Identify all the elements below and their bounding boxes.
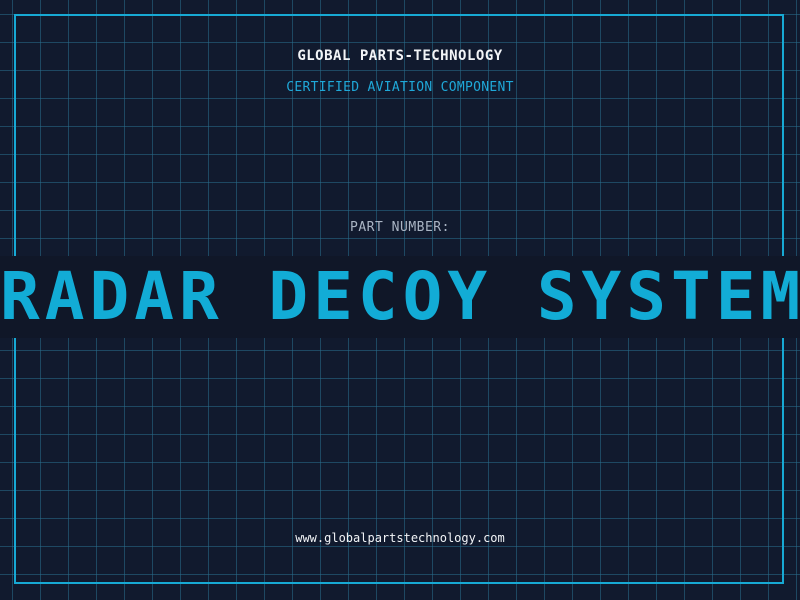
- part-name-band: RADAR DECOY SYSTEM: [0, 256, 800, 338]
- component-subtitle: CERTIFIED AVIATION COMPONENT: [286, 80, 514, 95]
- website-link[interactable]: www.globalpartstechnology.com: [0, 531, 800, 545]
- part-name-title: RADAR DECOY SYSTEM: [0, 258, 800, 335]
- company-name: GLOBAL PARTS-TECHNOLOGY: [297, 48, 503, 64]
- part-number-label: PART NUMBER:: [350, 220, 450, 235]
